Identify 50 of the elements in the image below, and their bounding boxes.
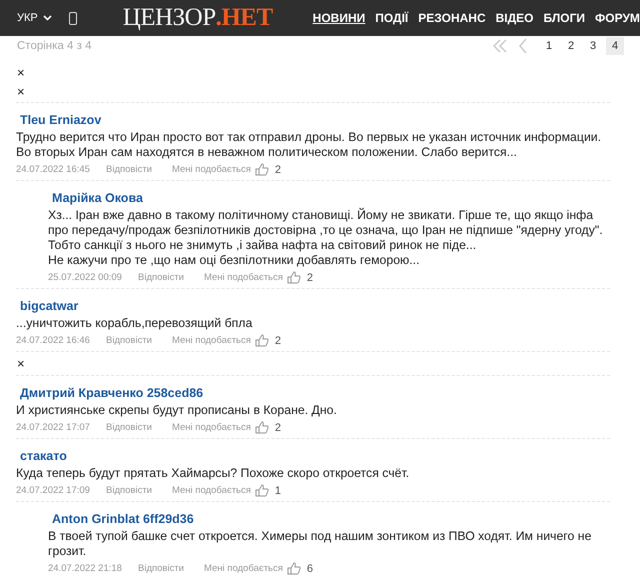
page-link[interactable]: 3 [584,37,602,55]
comment-author[interactable]: Anton Grinblat 6ff29d36 [52,511,194,527]
like-count: 2 [274,164,282,176]
comment-date: 24.07.2022 16:45 [16,164,91,175]
chevron-left-icon[interactable] [518,38,528,54]
thumbs-up-icon[interactable] [286,562,301,575]
nav-link[interactable]: ПОДІЇ [375,10,408,26]
nav-link[interactable]: ФОРУМ [595,10,640,26]
like-count: 2 [274,334,282,346]
comment-date: 24.07.2022 21:18 [48,563,123,574]
close-mark[interactable]: × [17,356,25,371]
close-mark[interactable]: × [17,85,25,99]
nav-link[interactable]: ВІДЕО [496,10,534,26]
thumbs-up-icon[interactable] [286,271,301,284]
comment-text: В твоей тупой башке счет откроется. Химеры под нашим зонтиком из ПВО ходят. Им ничего не грозит. [48,529,592,559]
like-count: 6 [306,562,314,574]
comment-text: ...уничтожить корабль,перевозящий бпла [16,316,254,331]
comment-author[interactable]: Tleu Erniazov [20,112,102,128]
mobile-phone-icon[interactable] [68,12,77,24]
like-count: 2 [274,422,282,434]
site-logo[interactable]: ЦЕНЗОР.НЕТ [122,4,273,32]
page-link[interactable]: 4 [606,37,624,55]
thumbs-up-icon[interactable] [254,163,269,176]
double-chevron-left-icon[interactable] [492,39,508,53]
comment-text: Куда теперь будут прятать Хаймарсы? Похоже скоро откроется счёт. [16,466,410,481]
page-link[interactable]: 1 [540,37,558,55]
comment-date: 24.07.2022 16:46 [16,335,91,346]
comment-author[interactable]: Марійка Окова [52,190,143,206]
page-info: Сторінка 4 з 4 [17,40,92,52]
comment-author[interactable]: стакато [20,448,67,464]
nav-link[interactable]: РЕЗОНАНС [418,10,486,26]
comment-author[interactable]: Дмитрий Кравченко 258ced86 [20,385,204,401]
close-mark[interactable]: × [17,66,25,80]
like-count: 2 [306,272,314,284]
like-count: 1 [274,484,282,496]
page-link[interactable]: 2 [562,37,580,55]
nav-link[interactable]: НОВИНИ [312,10,366,26]
comment-author[interactable]: bigcatwar [20,298,78,314]
comment-text: Трудно верится что Иран просто вот так отправил дроны. Во первых не указан источник информации. Во вторых Иран сам находятся в неважном политическом положении. Слабо верится... [16,130,602,160]
thumbs-up-icon[interactable] [254,484,269,497]
comment-text: Хз... Іран вже давно в такому політичному становищі. Йому не звикати. Гірше те, що якщо інфа про передачу/продаж безпілотників достовірна ,то це означа, що Іран не підпише "ядерну угоду". Тобто санкції з нього не знимуть ,і зайва нафта на світовий ринок не піде... Не кажучи про те ,що нам оці безпілотники добавлять геморою... [48,208,604,268]
comment-date: 24.07.2022 17:07 [16,422,91,433]
chevron-down-icon [42,15,52,21]
comment-date: 24.07.2022 17:09 [16,485,91,496]
thumbs-up-icon[interactable] [254,421,269,434]
comment-text: И християнське скрепы будут прописаны в Коране. Дно. [16,403,338,418]
thumbs-up-icon[interactable] [254,334,269,347]
language-selector[interactable]: УКР [17,12,52,24]
comment-date: 25.07.2022 00:09 [48,272,123,283]
nav-link[interactable]: БЛОГИ [544,10,586,26]
